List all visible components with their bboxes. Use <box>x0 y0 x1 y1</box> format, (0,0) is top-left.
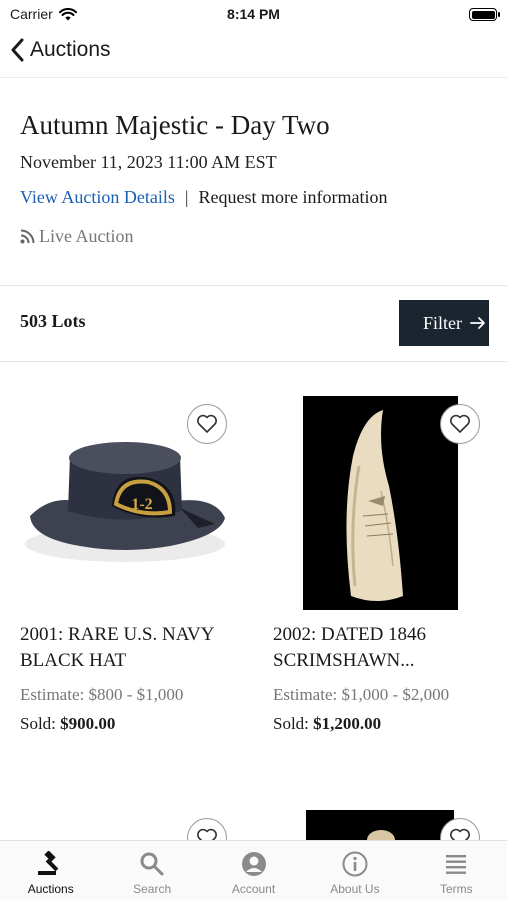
status-bar: Carrier 8:14 PM <box>0 0 507 30</box>
lots-count: 503 Lots <box>20 311 86 331</box>
hat-emblem-text: 1-2 <box>131 496 152 513</box>
tab-label: Terms <box>439 882 473 896</box>
rss-icon <box>20 229 35 244</box>
info-icon <box>342 851 368 877</box>
lot-title[interactable]: 2001: RARE U.S. NAVY BLACK HAT <box>20 622 250 674</box>
lot-image-partial[interactable] <box>306 810 456 840</box>
divider <box>0 361 507 362</box>
request-info-link[interactable]: Request more information <box>199 187 388 208</box>
tab-label: Account <box>231 882 276 896</box>
battery-icon <box>469 8 500 21</box>
back-button[interactable]: Auctions <box>10 38 111 62</box>
filter-label: Filter <box>423 312 462 333</box>
tab-bar: Auctions Search Account About Us Terms <box>0 840 507 900</box>
sold-value: $1,200.00 <box>313 714 382 733</box>
lot-estimate: Estimate: $1,000 - $2,000 <box>273 685 450 704</box>
back-label: Auctions <box>30 38 111 61</box>
view-auction-details-link[interactable]: View Auction Details <box>20 187 175 208</box>
arrow-right-icon <box>470 317 485 329</box>
sold-prefix: Sold: <box>273 714 309 733</box>
heart-icon <box>450 414 470 433</box>
link-separator: | <box>184 187 189 207</box>
lot-estimate: Estimate: $800 - $1,000 <box>20 685 184 704</box>
divider <box>0 285 507 286</box>
gavel-icon <box>37 851 59 875</box>
heart-icon <box>197 414 217 433</box>
nav-bar: Auctions <box>0 30 507 78</box>
sold-prefix: Sold: <box>20 714 56 733</box>
tab-account[interactable]: Account <box>203 841 304 900</box>
tab-label: Auctions <box>27 882 74 896</box>
lot-title[interactable]: 2002: DATED 1846 SCRIMSHAWN... <box>273 622 503 674</box>
live-auction-status: Live Auction <box>20 226 133 247</box>
tab-terms[interactable]: Terms <box>406 841 507 900</box>
favorite-button[interactable] <box>187 404 227 444</box>
tab-search[interactable]: Search <box>101 841 202 900</box>
clock: 8:14 PM <box>227 6 280 22</box>
tab-label: Search <box>133 882 172 896</box>
live-auction-label: Live Auction <box>39 226 134 246</box>
search-icon <box>140 852 164 876</box>
tab-auctions[interactable]: Auctions <box>0 841 101 900</box>
favorite-button[interactable] <box>440 404 480 444</box>
tab-about-us[interactable]: About Us <box>304 841 405 900</box>
tab-label: About Us <box>330 882 380 896</box>
auction-date: November 11, 2023 11:00 AM EST <box>20 152 277 172</box>
auction-links: View Auction Details | Request more info… <box>20 187 387 208</box>
lot-sold-price: Sold: $1,200.00 <box>273 714 381 734</box>
account-icon <box>241 852 266 876</box>
chevron-left-icon <box>11 38 24 62</box>
filter-button[interactable]: Filter <box>399 300 489 346</box>
lot-sold-price: Sold: $900.00 <box>20 714 115 734</box>
list-icon <box>446 855 467 874</box>
sold-value: $900.00 <box>60 714 116 733</box>
auction-title: Autumn Majestic - Day Two <box>20 110 330 140</box>
